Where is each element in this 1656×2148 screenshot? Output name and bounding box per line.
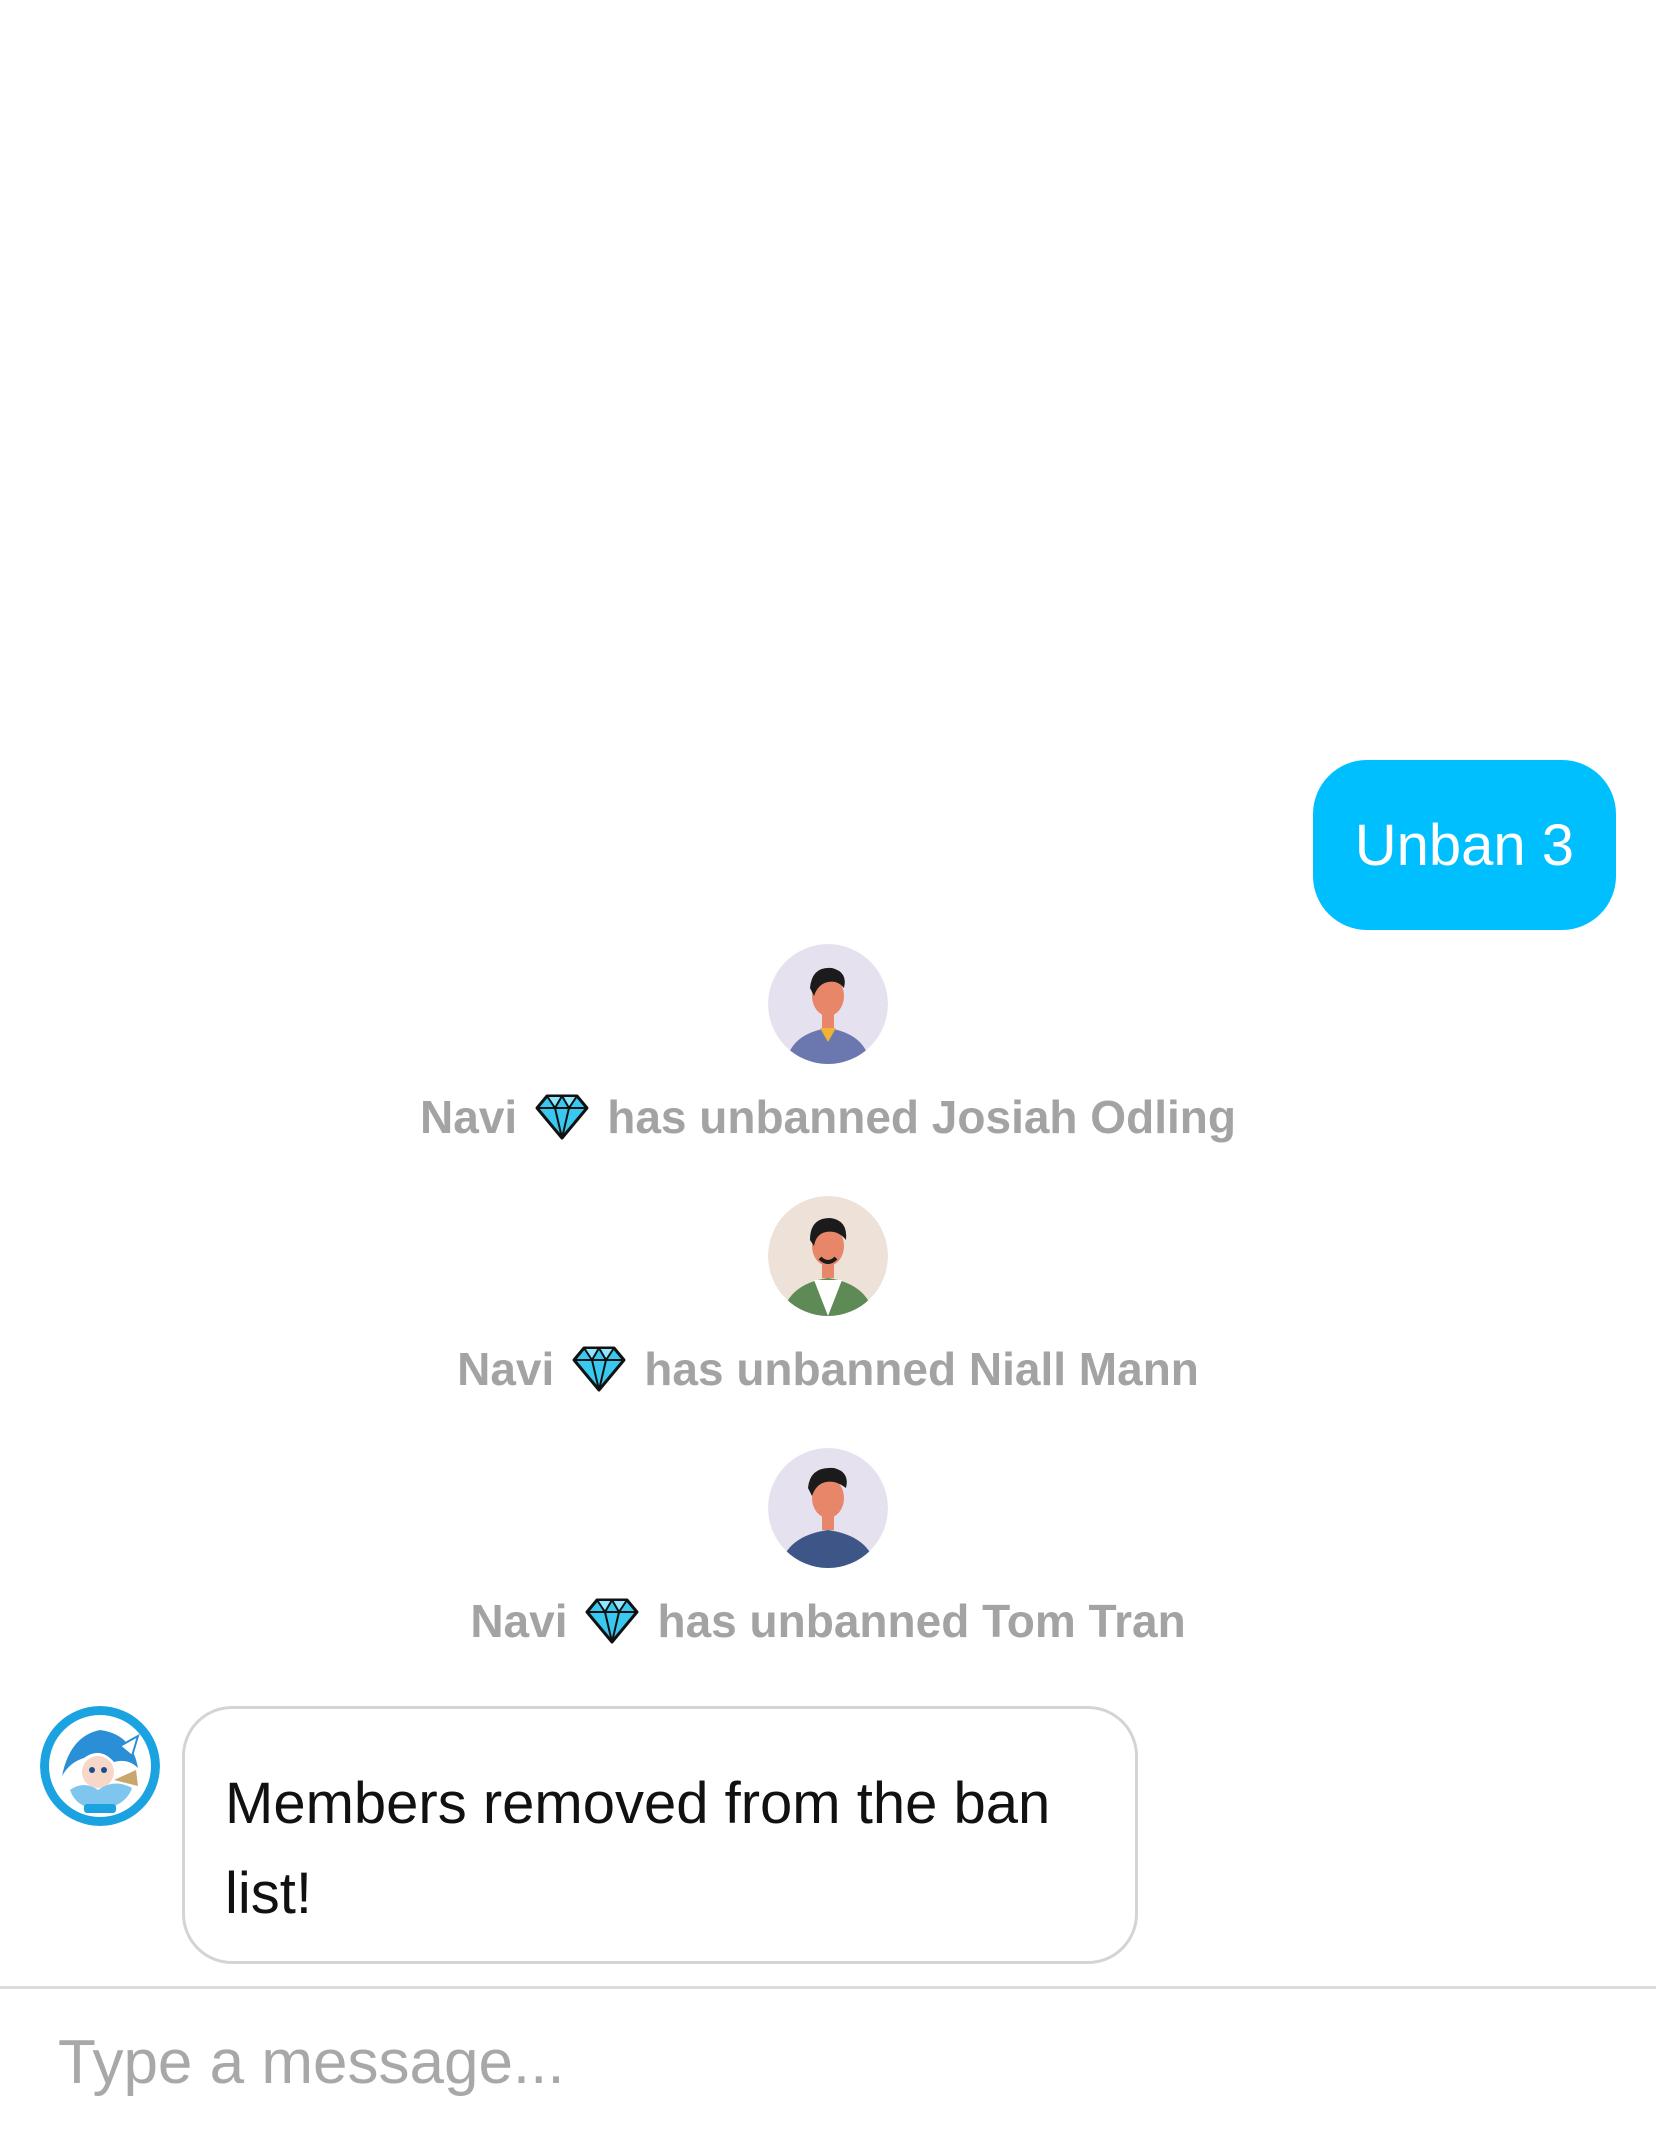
diamond-icon (535, 1094, 589, 1140)
event-action-text: has unbanned Josiah Odling (607, 1091, 1236, 1143)
event-actor-name: Navi (420, 1091, 518, 1143)
event-actor-name: Navi (470, 1595, 568, 1647)
message-input[interactable] (58, 2017, 1598, 2107)
system-event-unban: Navi has unbanned Josiah Odling (0, 944, 1656, 1144)
diamond-icon (572, 1346, 626, 1392)
event-action-text: has unbanned Niall Mann (644, 1343, 1199, 1395)
user-avatar-tom-icon (768, 1448, 888, 1568)
diamond-icon (585, 1598, 639, 1644)
system-event-unban: Navi has unbanned Niall Mann (0, 1196, 1656, 1396)
incoming-message-bubble[interactable]: Members removed from the ban list! (182, 1706, 1138, 1964)
message-list[interactable]: Unban 3 Navi has unbanned Josiah Odling … (0, 0, 1656, 1986)
navi-bot-avatar-icon[interactable] (40, 1706, 160, 1826)
event-actor-name: Navi (457, 1343, 555, 1395)
system-event-unban: Navi has unbanned Tom Tran (0, 1448, 1656, 1648)
chat-screen: Unban 3 Navi has unbanned Josiah Odling … (0, 0, 1656, 2148)
incoming-message-text: Members removed from the ban list! (225, 1771, 1051, 1926)
message-composer (0, 1986, 1656, 2148)
outgoing-message-text: Unban 3 (1354, 812, 1574, 878)
outgoing-message-bubble[interactable]: Unban 3 (1312, 760, 1616, 930)
user-avatar-josiah-icon (768, 944, 888, 1064)
user-avatar-niall-icon (768, 1196, 888, 1316)
event-action-text: has unbanned Tom Tran (657, 1595, 1186, 1647)
